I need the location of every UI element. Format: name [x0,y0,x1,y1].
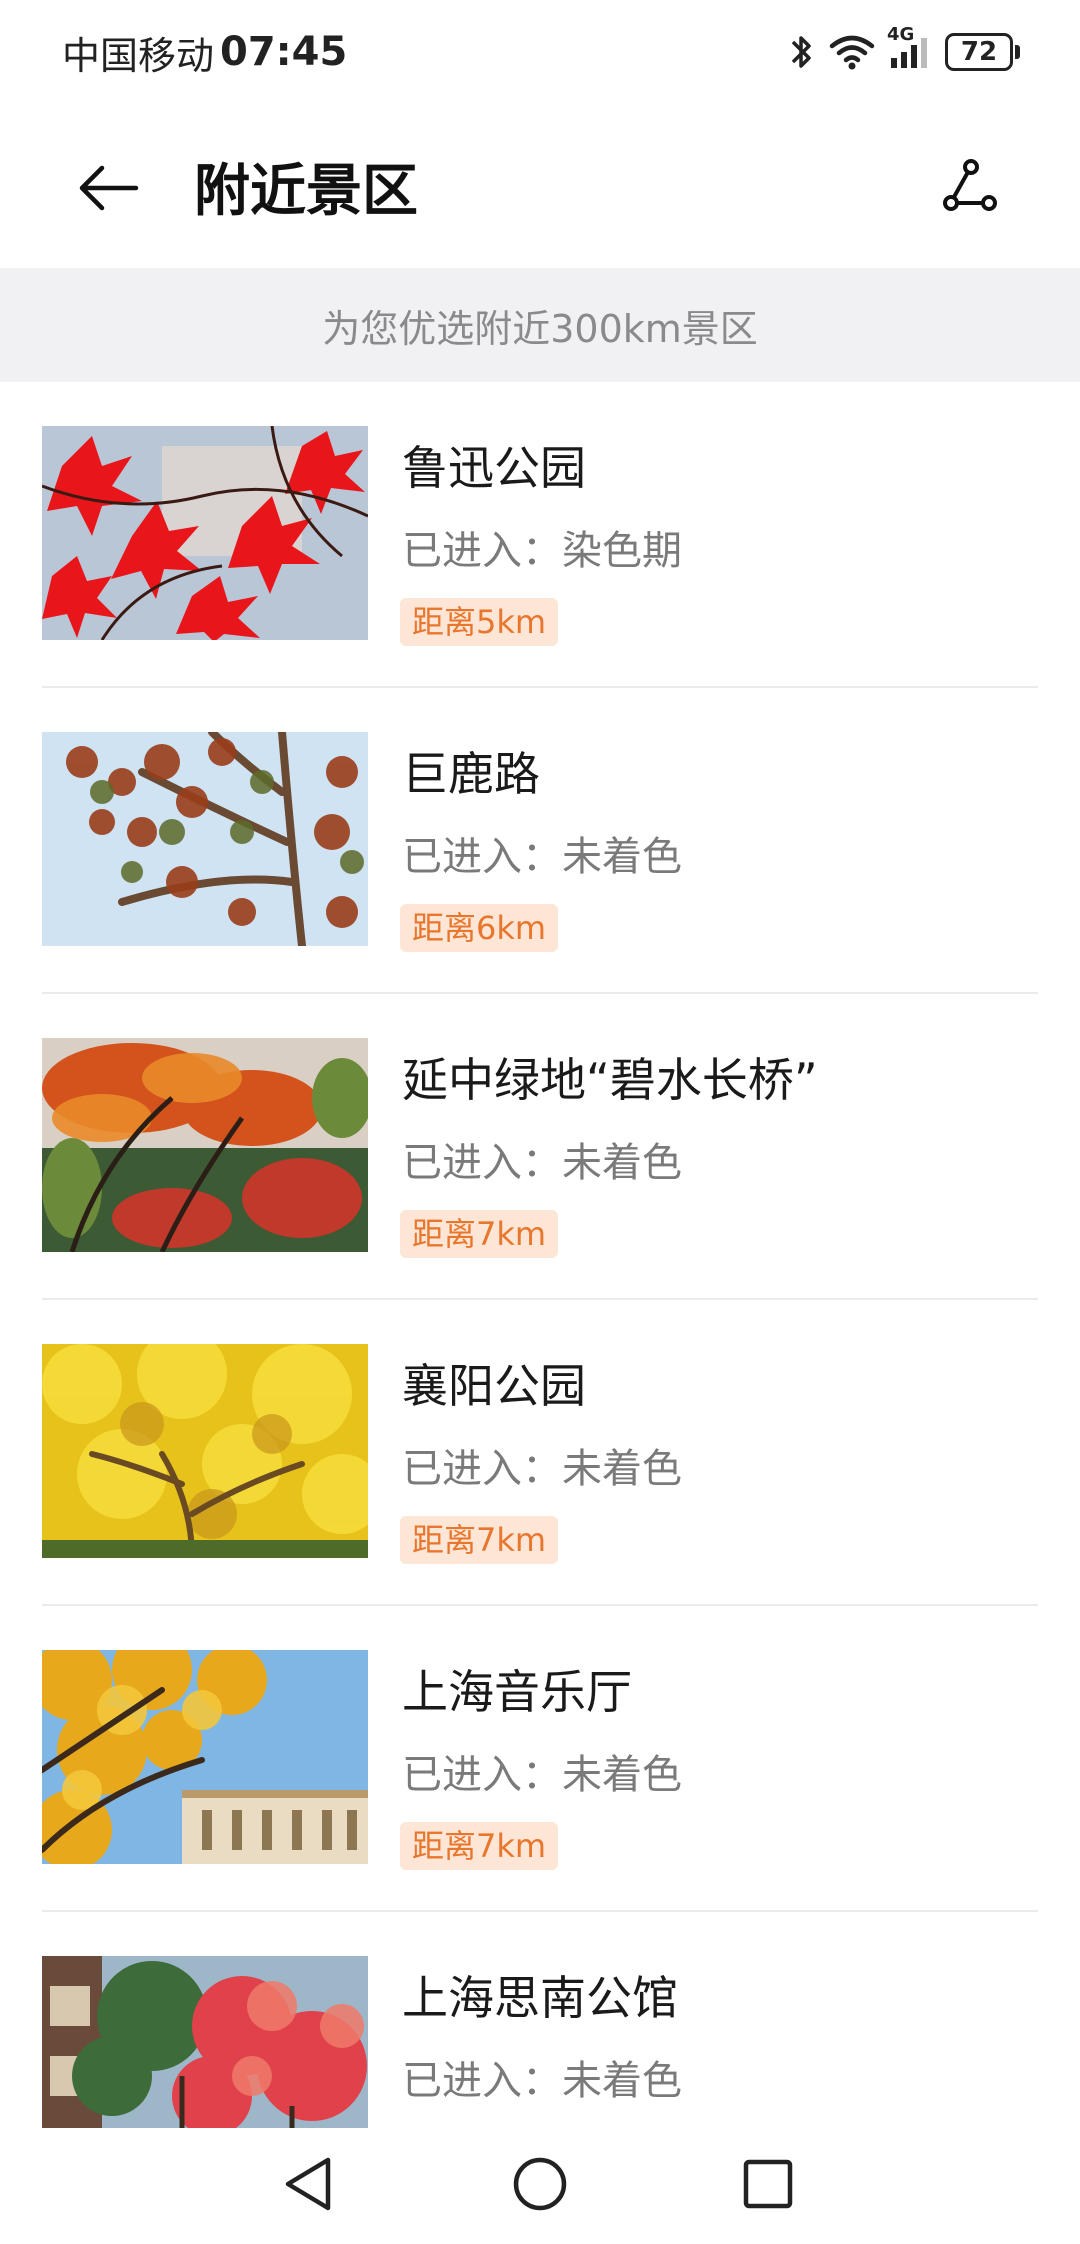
carrier-name: 中国移动 [62,33,215,78]
signal-icon: 4G [887,24,931,70]
back-triangle-icon [280,2154,336,2218]
list-item[interactable]: 延中绿地“碧水长桥” 已进入：未着色 距离7km [0,994,1080,1300]
recents-square-icon [740,2156,796,2216]
list-item[interactable]: 襄阳公园 已进入：未着色 距离7km [0,1300,1080,1606]
battery-icon: 72 [945,33,1020,71]
spot-stage: 已进入：未着色 [402,1446,682,1492]
app-header: 附近景区 [0,104,1080,268]
spot-name: 上海思南公馆 [402,1971,678,2025]
system-nav-bar [0,2128,1080,2244]
spot-name: 上海音乐厅 [402,1665,632,1719]
arrow-left-icon [76,162,140,218]
spot-stage: 已进入：未着色 [402,1752,682,1798]
home-circle-icon [510,2154,570,2218]
nav-home-button[interactable] [504,2150,576,2222]
wifi-icon [829,34,875,70]
spot-stage: 已进入：未着色 [402,2058,682,2104]
nav-recents-button[interactable] [732,2150,804,2222]
scenic-spot-list: 鲁迅公园 已进入：染色期 距离5km 巨鹿路 已进入：未着色 距离6km 延中绿… [0,382,1080,2218]
spot-name: 巨鹿路 [402,747,540,801]
spot-thumbnail [42,1344,368,1558]
battery-level: 72 [945,33,1013,71]
spot-thumbnail [42,1650,368,1864]
status-icons: 4G 72 [789,24,1020,72]
distance-badge: 距离7km [400,1210,559,1258]
distance-badge: 距离5km [400,598,559,646]
status-bar: 中国移动 07:45 4G 72 [0,0,1080,104]
page-title: 附近景区 [194,159,418,224]
filter-banner: 为您优选附近300km景区 [0,268,1080,382]
spot-name: 襄阳公园 [402,1359,586,1413]
spot-name: 延中绿地“碧水长桥” [402,1053,818,1107]
spot-stage: 已进入：染色期 [402,528,682,574]
list-item[interactable]: 上海音乐厅 已进入：未着色 距离7km [0,1606,1080,1912]
clock: 07:45 [220,29,348,75]
list-item[interactable]: 鲁迅公园 已进入：染色期 距离5km [0,382,1080,688]
distance-badge: 距离7km [400,1516,559,1564]
back-button[interactable] [68,150,148,230]
list-item[interactable]: 巨鹿路 已进入：未着色 距离6km [0,688,1080,994]
bluetooth-icon [789,32,815,72]
network-type: 4G [887,24,915,45]
route-button[interactable] [930,148,1010,228]
distance-badge: 距离7km [400,1822,559,1870]
spot-stage: 已进入：未着色 [402,1140,682,1186]
spot-thumbnail [42,1038,368,1252]
distance-badge: 距离6km [400,904,559,952]
battery-tip [1015,45,1020,59]
spot-thumbnail [42,732,368,946]
spot-thumbnail [42,426,368,640]
route-icon [941,157,999,219]
nav-back-button[interactable] [272,2150,344,2222]
spot-stage: 已进入：未着色 [402,834,682,880]
status-left: 中国移动 07:45 [62,25,347,80]
spot-name: 鲁迅公园 [402,441,586,495]
